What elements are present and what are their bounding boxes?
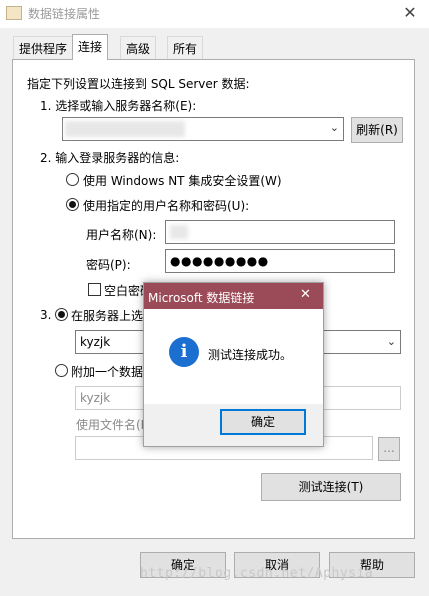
- step2-label: 2. 输入登录服务器的信息:: [40, 151, 180, 165]
- tab-advanced[interactable]: 高级: [120, 36, 157, 59]
- message-box-close-button[interactable]: ✕: [300, 287, 311, 302]
- filename-label: 使用文件名(F: [76, 418, 148, 432]
- step1-label: 1. 选择或输入服务器名称(E):: [40, 99, 197, 113]
- step3-label: 3.: [40, 308, 52, 322]
- database-value: kyzjk: [80, 335, 111, 349]
- blank-password-checkbox[interactable]: [88, 283, 101, 296]
- username-label: 用户名称(N):: [86, 228, 157, 242]
- tab-all[interactable]: 所有: [167, 36, 204, 59]
- refresh-button[interactable]: 刷新(R): [351, 117, 403, 143]
- radio-select-database-label: 在服务器上选: [71, 309, 144, 323]
- browse-button[interactable]: ...: [378, 437, 400, 461]
- message-box-body: i 测试连接成功。: [144, 309, 323, 404]
- watermark-text: http://blog.csdn.net/Aphysia: [140, 566, 374, 581]
- radio-specific-user-label: 使用指定的用户名称和密码(U):: [83, 199, 250, 213]
- window-title: 数据链接属性: [28, 7, 101, 21]
- data-link-app-icon: [6, 6, 22, 20]
- message-box-titlebar: Microsoft 数据链接 ✕: [144, 283, 323, 309]
- password-label: 密码(P):: [86, 258, 131, 272]
- username-field[interactable]: [165, 220, 395, 244]
- server-name-combobox[interactable]: ⌄: [62, 117, 344, 141]
- message-text: 测试连接成功。: [208, 348, 293, 362]
- tab-connection[interactable]: 连接: [72, 34, 109, 60]
- radio-attach-database-label: 附加一个数据: [71, 365, 144, 379]
- radio-windows-nt-label: 使用 Windows NT 集成安全设置(W): [83, 174, 282, 188]
- message-box: Microsoft 数据链接 ✕ i 测试连接成功。 确定: [143, 282, 324, 447]
- username-value: [170, 225, 188, 239]
- test-connection-button[interactable]: 测试连接(T): [261, 473, 401, 501]
- radio-select-database[interactable]: [55, 308, 68, 321]
- intro-text: 指定下列设置以连接到 SQL Server 数据:: [27, 77, 250, 91]
- info-icon: i: [169, 337, 199, 367]
- radio-windows-nt[interactable]: [66, 173, 79, 186]
- window-close-button[interactable]: ✕: [400, 2, 420, 24]
- password-field[interactable]: ●●●●●●●●●: [165, 249, 395, 273]
- radio-attach-database[interactable]: [55, 364, 68, 377]
- message-box-title: Microsoft 数据链接: [148, 291, 255, 305]
- chevron-down-icon: ⌄: [329, 121, 339, 134]
- chevron-down-icon: ⌄: [386, 335, 396, 348]
- radio-specific-user[interactable]: [66, 198, 79, 211]
- server-name-value: [65, 121, 185, 137]
- message-box-ok-button[interactable]: 确定: [220, 409, 306, 435]
- tab-provider[interactable]: 提供程序: [13, 36, 74, 59]
